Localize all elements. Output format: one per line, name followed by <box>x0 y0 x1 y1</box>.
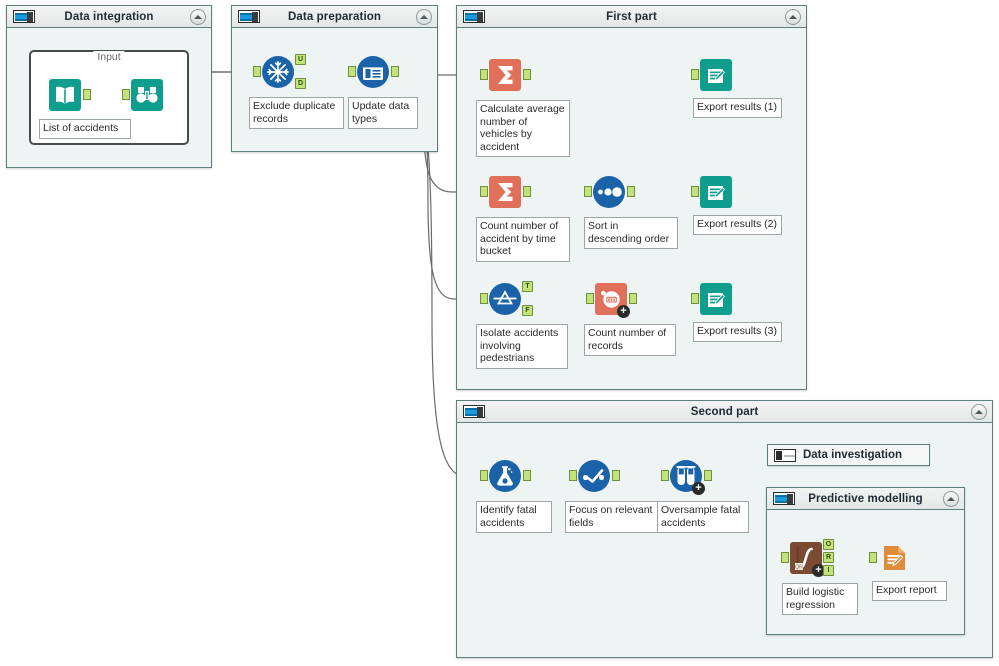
node-label-oversample-fatal-accidents: Oversample fatal accidents <box>657 501 749 534</box>
node-label-isolate-accidents: Isolate accidents involving pedestrians <box>476 324 568 369</box>
output-port[interactable] <box>523 69 531 80</box>
input-port[interactable] <box>480 186 488 197</box>
node-label-calculate-average: Calculate average number of vehicles by … <box>476 100 570 158</box>
output-port-o[interactable]: O <box>823 539 834 550</box>
input-port[interactable] <box>480 470 488 481</box>
input-port[interactable] <box>586 293 594 304</box>
node-label-identify-fatal-accidents: Identify fatal accidents <box>476 501 552 534</box>
collapsed-node-data-investigation[interactable]: Data investigation <box>767 444 930 466</box>
container-title-bar: Data preparation <box>232 6 437 28</box>
collapsed-node-title: Data investigation <box>802 449 903 461</box>
plus-badge-icon: + <box>617 305 630 318</box>
output-port-r[interactable]: R <box>823 552 834 563</box>
output-port[interactable] <box>629 293 637 304</box>
node-label-sort-descending: Sort in descending order <box>584 217 678 250</box>
chevron-up-icon[interactable] <box>943 491 959 507</box>
node-label-build-logistic-regression: Build logistic regression <box>782 583 858 616</box>
export-folder-icon <box>700 59 732 91</box>
input-port[interactable] <box>691 186 699 197</box>
container-title-text: Data preparation <box>288 10 381 23</box>
node-label-export-results-1: Export results (1) <box>693 98 782 118</box>
output-port[interactable] <box>523 186 531 197</box>
input-port[interactable] <box>480 293 488 304</box>
workflow-canvas: Data integration Input List of accidents <box>0 0 999 666</box>
node-label-list-of-accidents: List of accidents <box>39 119 131 139</box>
container-title-text: Predictive modelling <box>808 492 923 505</box>
logistic-curve-icon: QR + <box>790 542 825 577</box>
input-port[interactable] <box>569 470 577 481</box>
input-frame-label: Input <box>93 51 125 63</box>
node-label-count-accident-by-time-bucket: Count number of accident by time bucket <box>476 217 570 262</box>
row-splitter-icon <box>489 283 521 315</box>
counter-icon: + <box>595 283 630 318</box>
output-port-d[interactable]: D <box>295 78 306 89</box>
metanode-icon <box>13 10 35 23</box>
output-port-f[interactable]: F <box>522 305 533 316</box>
export-folder-icon <box>700 176 732 208</box>
sigma-icon <box>489 59 521 91</box>
input-port[interactable] <box>480 69 488 80</box>
output-port[interactable] <box>523 470 531 481</box>
input-port[interactable] <box>348 66 356 77</box>
node-label-focus-on-relevant-fields: Focus on relevant fields <box>565 501 660 534</box>
node-label-export-report: Export report <box>872 581 947 601</box>
input-port[interactable] <box>122 89 130 100</box>
snowflake-icon <box>262 56 294 88</box>
output-port[interactable] <box>627 186 635 197</box>
metanode-icon <box>773 492 795 505</box>
chevron-up-icon[interactable] <box>190 9 206 25</box>
open-book-icon <box>49 79 81 111</box>
container-title-bar: Second part <box>457 401 992 423</box>
column-filter-icon <box>578 460 610 492</box>
container-title-text: First part <box>606 10 657 23</box>
output-port-u[interactable]: U <box>295 54 306 65</box>
chevron-up-icon[interactable] <box>416 9 432 25</box>
node-label-export-results-3: Export results (3) <box>693 322 782 342</box>
input-port[interactable] <box>584 186 592 197</box>
container-data-integration[interactable]: Data integration Input <box>6 5 212 168</box>
table-columns-icon <box>357 56 389 88</box>
metanode-icon <box>463 10 485 23</box>
metanode-icon <box>463 405 485 418</box>
output-port[interactable] <box>83 89 91 100</box>
node-label-exclude-duplicate-records: Exclude duplicate records <box>249 97 344 130</box>
node-label-update-data-types: Update data types <box>348 97 418 130</box>
container-title-text: Data integration <box>64 10 154 23</box>
plus-badge-icon: + <box>692 482 705 495</box>
container-body: Input <box>7 28 211 167</box>
input-port[interactable] <box>661 470 669 481</box>
container-title-bar: First part <box>457 6 806 28</box>
node-label-export-results-2: Export results (2) <box>693 215 782 235</box>
svg-text:QR: QR <box>795 565 803 571</box>
container-title-bar: Data integration <box>7 6 211 28</box>
report-document-icon <box>878 542 910 574</box>
sigma-icon <box>489 176 521 208</box>
input-port[interactable] <box>691 69 699 80</box>
input-port[interactable] <box>869 552 877 563</box>
output-port[interactable] <box>704 470 712 481</box>
output-port-i[interactable]: I <box>823 565 834 576</box>
collapsed-metanode-icon <box>774 448 796 462</box>
output-port-t[interactable]: T <box>522 281 533 292</box>
container-title-bar: Predictive modelling <box>767 488 964 510</box>
binoculars-icon <box>131 79 163 111</box>
output-port[interactable] <box>612 470 620 481</box>
output-port[interactable] <box>391 66 399 77</box>
sort-circles-icon <box>593 176 625 208</box>
node-label-count-number-of-records: Count number of records <box>584 324 676 357</box>
input-port[interactable] <box>781 552 789 563</box>
metanode-icon <box>238 10 260 23</box>
export-folder-icon <box>700 283 732 315</box>
test-tubes-icon: + <box>670 460 705 495</box>
input-port[interactable] <box>691 293 699 304</box>
container-title-text: Second part <box>690 405 759 418</box>
chevron-up-icon[interactable] <box>785 9 801 25</box>
chevron-up-icon[interactable] <box>971 404 987 420</box>
flask-icon <box>489 460 521 492</box>
input-port[interactable] <box>253 66 261 77</box>
